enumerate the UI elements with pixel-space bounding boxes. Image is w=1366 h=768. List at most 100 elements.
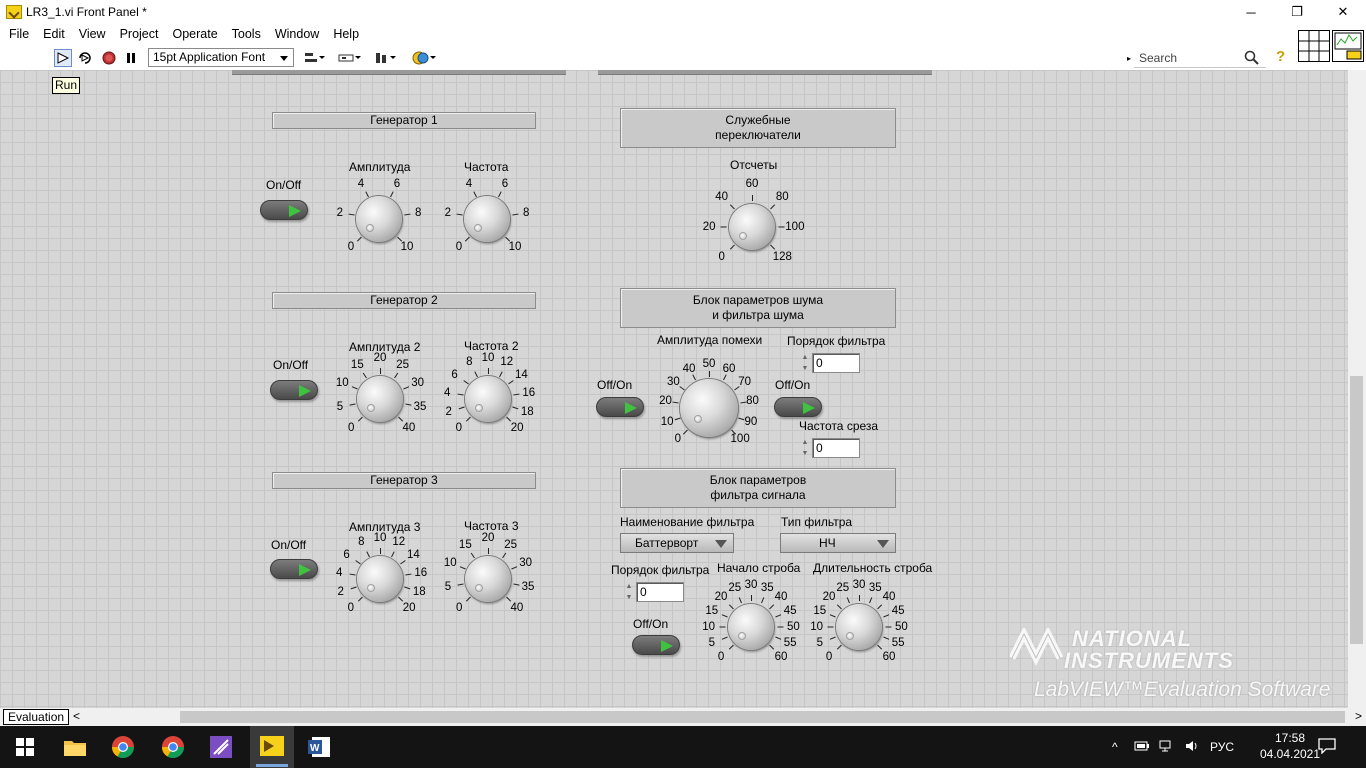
vertical-scrollbar[interactable] [1348,70,1366,708]
visual-studio-icon[interactable] [206,732,236,762]
vi-icon[interactable] [1332,30,1364,62]
network-icon[interactable] [1158,739,1174,756]
gate-length-tick-label: 25 [836,581,850,594]
generator2-amp-tick-mark [351,386,358,390]
file-explorer-icon[interactable] [60,732,90,762]
menu-window[interactable]: Window [268,27,326,41]
gate-length-knob[interactable] [836,604,882,650]
increment-decrement-icon[interactable]: ▲ ▼ [800,438,810,458]
noise-amp-tick-mark [674,417,681,420]
scrollbar-thumb[interactable] [1350,376,1363,644]
minimize-button[interactable]: ─ [1228,0,1274,24]
run-continuously-icon[interactable] [76,49,94,67]
generator3-freq-label: Частота 3 [464,519,519,533]
increment-decrement-icon[interactable]: ▲ ▼ [800,353,810,373]
gate-start-knob[interactable] [728,604,774,650]
generator2-freq-tick-mark [457,393,464,396]
noise-switch[interactable] [596,397,644,417]
reorder-icon[interactable] [410,49,438,67]
signal-switch[interactable] [632,635,680,655]
word-icon[interactable]: W [304,732,334,762]
signal-filter-title-line2: фильтра сигнала [710,488,806,502]
menu-file[interactable]: File [2,27,36,41]
noise-order-input[interactable]: 0 [812,353,860,373]
generator3-amp-knob[interactable] [357,556,403,602]
distribute-objects-icon[interactable] [337,49,363,67]
gate-length-tick-mark [829,636,836,640]
close-button[interactable]: ✕ [1320,0,1366,24]
menu-edit[interactable]: Edit [36,27,72,41]
search-expand-icon[interactable]: ▸ [1124,49,1134,67]
samples-tick-label: 0 [718,251,725,264]
noise-amp-tick-label: 100 [730,433,750,446]
generator1-amp-knob[interactable] [356,196,402,242]
generator2-freq-tick-label: 18 [520,405,534,418]
samples-tick-mark [752,195,753,201]
labview-taskbar-icon[interactable] [250,726,294,768]
scrollbar-thumb[interactable] [180,711,1345,723]
align-objects-icon[interactable] [302,49,326,67]
generator3-title: Генератор 3 [272,472,536,489]
generator1-switch[interactable] [260,200,308,220]
generator2-freq-knob[interactable] [465,376,511,422]
generator3-amp-tick-mark [380,548,381,554]
generator3-amp-tick-mark [397,596,403,602]
noise-filter-switch[interactable] [774,397,822,417]
generator3-freq-tick-label: 35 [521,580,535,593]
front-panel[interactable]: Генератор 1 On/Off Амплитуда Частота Ген… [0,70,1348,708]
scroll-right-icon[interactable]: > [1355,709,1362,723]
menu-project[interactable]: Project [113,27,166,41]
generator1-amp-tick-label: 4 [357,177,365,190]
menu-view[interactable]: View [72,27,113,41]
pause-icon[interactable] [122,49,140,67]
generator1-freq-tick-label: 2 [444,206,452,219]
noise-amp-knob[interactable] [680,379,738,437]
menu-help[interactable]: Help [326,27,366,41]
generator1-freq-knob[interactable] [464,196,510,242]
generator2-switch[interactable] [270,380,318,400]
battery-icon[interactable] [1134,740,1150,755]
signal-order-input[interactable]: 0 [636,582,684,602]
samples-knob[interactable] [729,204,775,250]
generator3-freq-knob[interactable] [465,556,511,602]
resize-objects-icon[interactable] [373,49,399,67]
noise-amp-tick-label: 70 [738,376,752,389]
generator3-freq-tick-mark [457,583,465,586]
chrome-icon[interactable] [158,732,188,762]
cutoff-input[interactable]: 0 [812,438,860,458]
generator2-amp-tick-label: 35 [413,400,427,413]
decoration-bar [598,70,932,75]
generator3-amp-tick-label: 8 [358,536,365,549]
tray-expand-icon[interactable]: ^ [1112,740,1124,754]
chrome-icon[interactable] [108,732,138,762]
scroll-left-icon[interactable]: < [73,709,80,723]
windows-start-icon[interactable] [10,732,40,762]
abort-icon[interactable] [100,49,118,67]
chevron-down-icon [877,540,889,548]
horizontal-scrollbar[interactable] [0,708,1366,726]
samples-tick-label: 100 [785,221,805,233]
gate-length-tick-mark [868,597,873,604]
gate-start-tick-label: 30 [744,578,758,591]
clock[interactable]: 17:58 04.04.2021 [1258,730,1322,762]
generator2-amp-knob[interactable] [357,376,403,422]
generator3-freq-tick-label: 30 [519,557,533,570]
connector-pane-icon[interactable] [1298,30,1330,62]
filter-name-ring[interactable]: Баттерворт [620,533,734,553]
run-arrow-icon[interactable] [54,49,72,67]
volume-icon[interactable] [1184,739,1200,756]
language-indicator[interactable]: РУС [1210,740,1234,754]
increment-decrement-icon[interactable]: ▲ ▼ [624,582,634,602]
notifications-icon[interactable] [1318,738,1336,757]
font-select[interactable]: 15pt Application Font [148,48,294,67]
menu-tools[interactable]: Tools [225,27,268,41]
search-icon[interactable] [1244,50,1260,69]
generator3-switch[interactable] [270,559,318,579]
restore-button[interactable]: ❐ [1274,0,1320,24]
filter-type-ring[interactable]: НЧ [780,533,896,553]
context-help-icon[interactable]: ? [1276,48,1285,65]
generator2-freq-tick-mark [463,380,469,385]
generator1-amp-tick-mark [390,191,395,197]
gate-start-tick-label: 0 [717,650,725,663]
menu-operate[interactable]: Operate [165,27,224,41]
